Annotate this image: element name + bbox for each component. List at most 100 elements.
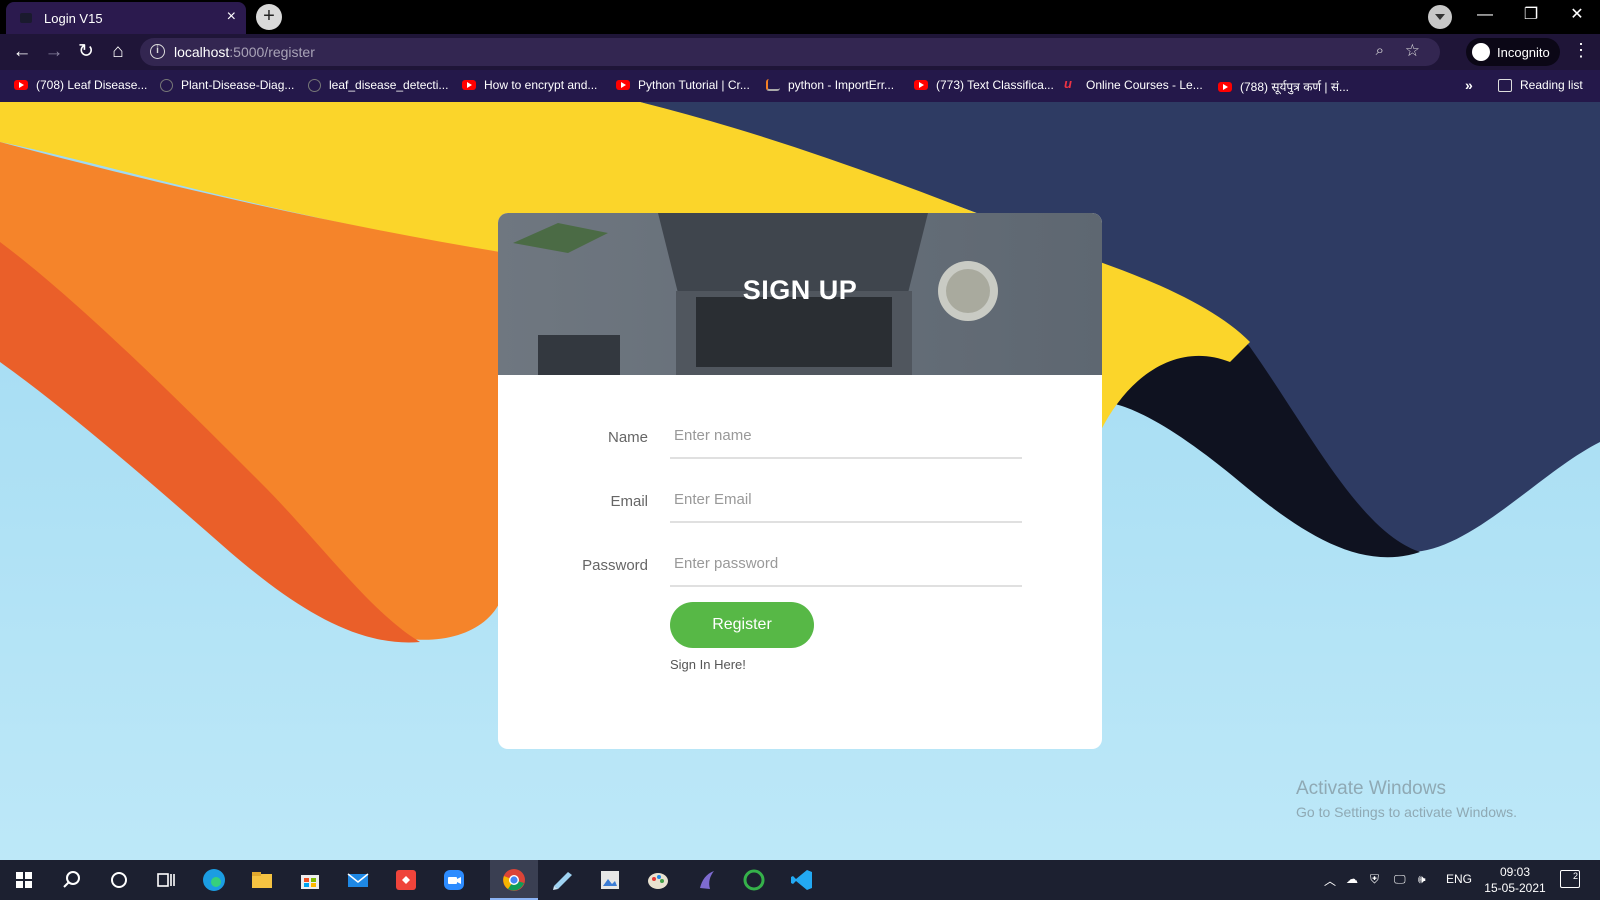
bookmark-item[interactable]: u Online Courses - Le... (1064, 76, 1203, 92)
signup-header: SIGN UP (498, 213, 1102, 375)
bookmark-item[interactable]: leaf_disease_detecti... (308, 78, 448, 92)
browser-menu-icon[interactable]: ⋮ (1572, 40, 1590, 61)
url-path: :5000/register (229, 44, 315, 60)
paint-icon[interactable] (644, 866, 672, 894)
activate-windows-watermark: Activate Windows Go to Settings to activ… (1296, 778, 1517, 820)
bookmark-star-icon[interactable]: ☆ (1405, 41, 1420, 61)
close-window-icon[interactable]: ✕ (1554, 0, 1600, 32)
youtube-icon (616, 80, 630, 90)
signup-title: SIGN UP (742, 275, 858, 305)
notification-center-icon[interactable]: 2 (1560, 870, 1580, 888)
password-row: Password (498, 541, 1102, 597)
bookmark-label: (708) Leaf Disease... (36, 78, 148, 92)
edge-icon[interactable] (200, 866, 228, 894)
bookmark-item[interactable]: Python Tutorial | Cr... (616, 78, 750, 92)
incognito-icon (1472, 43, 1490, 61)
browser-toolbar: ← → ↻ ⌂ i localhost:5000/register ⌕ ☆ In… (0, 34, 1600, 70)
github-icon (308, 78, 321, 92)
chrome-icon[interactable] (500, 866, 528, 894)
address-bar[interactable]: i localhost:5000/register ⌕ ☆ (140, 38, 1440, 66)
site-info-icon[interactable]: i (150, 44, 165, 59)
home-icon[interactable]: ⌂ (106, 40, 130, 64)
password-label: Password (582, 557, 648, 574)
url-host: localhost (174, 44, 230, 60)
signup-card: SIGN UP Name Email Password Register Sig… (498, 213, 1102, 749)
youtube-icon (462, 80, 476, 90)
bookmarks-bar: (708) Leaf Disease... Plant-Disease-Diag… (0, 70, 1600, 102)
volume-icon[interactable]: 🕪 (1418, 872, 1426, 887)
email-input[interactable] (670, 477, 1022, 523)
onedrive-icon[interactable]: ☁ (1346, 872, 1358, 886)
reading-list-icon (1498, 78, 1512, 92)
sign-in-link[interactable]: Sign In Here! (670, 657, 746, 672)
back-icon[interactable]: ← (10, 40, 34, 64)
cortana-icon[interactable] (105, 866, 133, 894)
minimize-icon[interactable]: — (1462, 0, 1508, 32)
bookmark-item[interactable]: python - ImportErr... (766, 78, 894, 92)
sync-app-icon[interactable] (740, 866, 768, 894)
bookmark-label: Python Tutorial | Cr... (638, 78, 750, 92)
bookmark-label: Online Courses - Le... (1086, 78, 1203, 92)
browser-tab[interactable]: Login V15 × (6, 2, 246, 34)
plant-leaves-shape (513, 223, 608, 253)
mail-icon[interactable] (344, 866, 372, 894)
password-input[interactable] (670, 541, 1022, 587)
github-icon (160, 78, 173, 92)
windows-start-icon[interactable] (10, 866, 38, 894)
search-icon[interactable] (58, 866, 86, 894)
laptop-keys-shape (696, 297, 892, 367)
tab-favicon-icon (20, 13, 32, 23)
task-view-icon[interactable] (152, 866, 180, 894)
stackoverflow-icon (766, 79, 780, 91)
register-button[interactable]: Register (670, 602, 814, 648)
anydesk-icon[interactable] (392, 866, 420, 894)
bookmark-item[interactable]: (708) Leaf Disease... (14, 78, 147, 92)
name-row: Name (498, 413, 1102, 469)
vscode-icon[interactable] (788, 866, 816, 894)
network-icon[interactable]: 🖵 (1394, 872, 1406, 887)
eclipse-icon[interactable] (692, 866, 720, 894)
bookmark-label: (788) सूर्यपुत्र कर्ण | सं... (1240, 80, 1349, 94)
email-label: Email (610, 493, 648, 510)
name-label: Name (607, 429, 648, 446)
bookmark-label: python - ImportErr... (788, 78, 895, 92)
bookmark-label: leaf_disease_detecti... (329, 78, 449, 92)
activate-subtitle: Go to Settings to activate Windows. (1296, 804, 1517, 820)
reading-list-button[interactable]: Reading list (1498, 78, 1583, 92)
url-text[interactable]: localhost:5000/register (174, 44, 315, 60)
clock-date: 15-05-2021 (1484, 881, 1546, 895)
udemy-icon: u (1064, 76, 1072, 91)
tab-search-icon[interactable] (1428, 5, 1452, 29)
new-tab-button[interactable]: + (256, 4, 282, 30)
zoom-icon[interactable]: ⌕ (1376, 42, 1384, 59)
youtube-icon (14, 80, 28, 90)
image-viewer-icon[interactable] (596, 866, 624, 894)
language-indicator[interactable]: ENG (1446, 872, 1472, 886)
restore-icon[interactable]: ❐ (1508, 0, 1554, 32)
notification-count: 2 (1572, 871, 1578, 881)
tray-overflow-icon[interactable]: ︿ (1324, 872, 1336, 889)
bookmark-item[interactable]: How to encrypt and... (462, 78, 597, 92)
zoom-app-icon[interactable] (440, 866, 468, 894)
tab-title: Login V15 (44, 11, 103, 26)
name-input[interactable] (670, 413, 1022, 459)
notepad-icon[interactable] (548, 866, 576, 894)
youtube-icon (1218, 81, 1232, 92)
tab-strip: Login V15 × + — ❐ ✕ (0, 0, 1600, 34)
incognito-badge[interactable]: Incognito (1466, 38, 1560, 66)
file-explorer-icon[interactable] (248, 866, 276, 894)
bookmark-item[interactable]: (773) Text Classifica... (914, 78, 1054, 92)
taskbar: ︿ ☁ ⛨ 🖵 🕪 ENG 09:03 15-05-2021 2 (0, 860, 1600, 900)
bookmark-item[interactable]: Plant-Disease-Diag... (160, 78, 294, 92)
security-shield-icon[interactable]: ⛨ (1370, 872, 1379, 887)
reload-icon[interactable]: ↻ (74, 40, 98, 64)
incognito-label: Incognito (1497, 45, 1550, 60)
page-background: SIGN UP Name Email Password Register Sig… (0, 102, 1600, 860)
store-icon[interactable] (296, 866, 324, 894)
forward-icon[interactable]: → (42, 40, 66, 64)
tab-close-icon[interactable]: × (227, 8, 236, 26)
reading-list-label: Reading list (1520, 78, 1583, 92)
bookmark-item[interactable]: (788) सूर्यपुत्र कर्ण | सं... (1218, 78, 1349, 95)
bookmarks-overflow-icon[interactable]: » (1465, 77, 1473, 93)
taskbar-clock[interactable]: 09:03 15-05-2021 (1480, 864, 1550, 896)
